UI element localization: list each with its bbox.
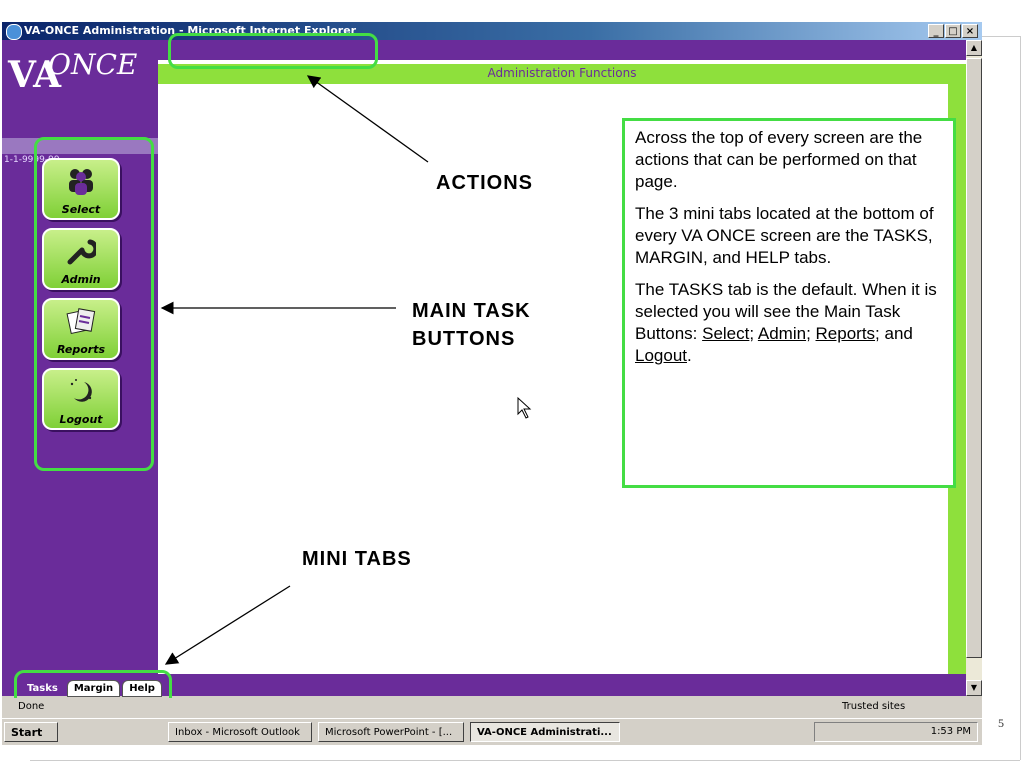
main-task-label-line2: BUTTONS bbox=[412, 328, 516, 350]
taskbar-powerpoint[interactable]: Microsoft PowerPoint - [... bbox=[318, 722, 464, 742]
start-button[interactable]: Start bbox=[4, 722, 58, 742]
status-bar: Done Trusted sites bbox=[2, 698, 982, 716]
taskbar-va-once[interactable]: VA-ONCE Administrati... bbox=[470, 722, 620, 742]
taskbar-outlook[interactable]: Inbox - Microsoft Outlook bbox=[168, 722, 312, 742]
callout-select-link: Select bbox=[702, 324, 750, 343]
mini-tabs-arrow bbox=[164, 585, 291, 665]
slide-page-number: 5 bbox=[998, 716, 1004, 730]
callout-paragraph-3: The TASKS tab is the default. When it is… bbox=[635, 279, 943, 367]
callout-paragraph-1: Across the top of every screen are the a… bbox=[635, 128, 923, 191]
taskbar: Start Inbox - Microsoft Outlook Microsof… bbox=[2, 718, 982, 745]
callout-reports-link: Reports bbox=[815, 324, 876, 343]
slide: VA-ONCE Administration - Microsoft Inter… bbox=[0, 0, 1024, 768]
callout-sep: ; and bbox=[875, 324, 913, 343]
callout-sep: ; bbox=[749, 324, 758, 343]
callout-end: . bbox=[687, 346, 692, 365]
mouse-cursor-icon bbox=[517, 396, 532, 419]
main-task-label-line1: MAIN TASK bbox=[412, 300, 531, 322]
status-text: Done bbox=[18, 701, 45, 712]
callout-paragraph-2: The 3 mini tabs located at the bottom of… bbox=[635, 204, 934, 267]
actions-arrow bbox=[306, 75, 429, 163]
system-tray: 1:53 PM bbox=[814, 722, 978, 742]
callout-sep: ; bbox=[806, 324, 816, 343]
callout-admin-link: Admin bbox=[757, 324, 807, 343]
security-zone: Trusted sites bbox=[842, 701, 906, 712]
explanation-callout: Across the top of every screen are the a… bbox=[622, 118, 956, 488]
callout-logout-link: Logout bbox=[635, 346, 687, 365]
actions-label: ACTIONS bbox=[436, 172, 533, 194]
clock: 1:53 PM bbox=[930, 726, 971, 737]
mini-tabs-label: MINI TABS bbox=[302, 548, 412, 570]
